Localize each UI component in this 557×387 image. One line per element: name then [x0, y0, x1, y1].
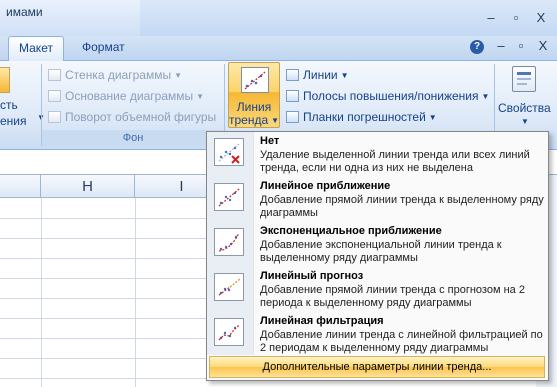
menu-item-exponential[interactable]: Экспоненциальное приближение Добавление … — [207, 222, 548, 266]
menu-item-title: Линейная фильтрация — [260, 315, 384, 327]
trend-linear-icon — [214, 183, 244, 211]
grid-line — [0, 358, 210, 359]
doc-minimize-button[interactable]: – — [492, 39, 510, 53]
tab-layout[interactable]: Макет — [8, 36, 64, 61]
menu-item-desc: Добавление экспоненциальной линии тренда… — [260, 239, 502, 264]
trend-moving-average-icon — [214, 318, 244, 346]
trend-forecast-icon — [214, 273, 244, 301]
menu-item-desc: Удаление выделенной линии тренда или все… — [260, 149, 530, 174]
title-area: имами — [0, 0, 140, 36]
trend-exponential-icon — [214, 228, 244, 256]
grid-line — [0, 318, 210, 319]
properties-icon — [512, 66, 536, 92]
more-trendline-options-button[interactable]: Дополнительные параметры линии тренда... — [209, 356, 545, 378]
lines-icon — [286, 69, 299, 81]
chart-floor-icon — [48, 90, 61, 102]
partial-label-bottom: ения — [0, 114, 27, 128]
grid-line — [0, 258, 210, 259]
grid-line — [0, 338, 210, 339]
3d-rotation-icon — [48, 111, 61, 123]
grid-line — [0, 278, 210, 279]
grid-line — [0, 378, 210, 379]
window-title: имами — [6, 5, 43, 19]
lines-button[interactable]: Линии ▼ — [286, 66, 349, 84]
up-down-bars-button[interactable]: Полосы повышения/понижения ▼ — [286, 87, 489, 105]
3d-rotation-button[interactable]: Поворот объемной фигуры — [48, 108, 216, 126]
menu-item-title: Линейный прогноз — [260, 270, 364, 282]
menu-item-linear[interactable]: Линейное приближение Добавление прямой л… — [207, 177, 548, 221]
menu-item-none[interactable]: Нет Удаление выделенной линии тренда или… — [207, 132, 548, 176]
chart-wall-icon — [48, 69, 61, 81]
menu-item-title: Экспоненциальное приближение — [260, 225, 442, 237]
doc-close-button[interactable]: X — [534, 39, 552, 53]
trendline-menu: Нет Удаление выделенной линии тренда или… — [206, 131, 549, 381]
lines-label: Линии — [303, 68, 338, 82]
grid-line — [0, 218, 210, 219]
up-down-bars-icon — [286, 90, 299, 102]
title-bar: имами – ▫ X — [0, 0, 557, 36]
doc-restore-button[interactable]: ▫ — [512, 39, 530, 53]
group-label-fon: Фон — [42, 130, 224, 146]
up-down-bars-label: Полосы повышения/понижения — [303, 89, 479, 103]
menu-item-desc: Добавление линии тренда с линейной фильт… — [260, 329, 543, 354]
trendline-label-2: тренда ▼ — [229, 113, 280, 127]
menu-item-title: Линейное приближение — [260, 180, 391, 192]
trendline-label-1: Линия — [236, 100, 272, 114]
properties-button[interactable]: Свойства ▼ — [498, 62, 551, 128]
chart-floor-button[interactable]: Основание диаграммы ▼ — [48, 87, 204, 105]
trendline-button[interactable]: Линия тренда ▼ — [228, 62, 280, 128]
menu-item-forecast[interactable]: Линейный прогноз Добавление прямой линии… — [207, 267, 548, 311]
grid-line — [0, 238, 210, 239]
menu-item-desc: Добавление прямой линии тренда с прогноз… — [260, 284, 525, 309]
error-bars-icon — [286, 111, 299, 123]
trend-none-icon — [214, 138, 244, 166]
grid-line — [0, 298, 210, 299]
3d-rotation-label: Поворот объемной фигуры — [65, 110, 217, 124]
tab-format[interactable]: Формат — [72, 36, 135, 59]
error-bars-button[interactable]: Планки погрешностей ▼ — [286, 108, 437, 126]
properties-dropdown-icon: ▼ — [521, 117, 529, 126]
minimize-button[interactable]: – — [482, 11, 500, 25]
chart-floor-label: Основание диаграммы — [65, 89, 194, 103]
close-button[interactable]: X — [532, 11, 550, 25]
restore-button[interactable]: ▫ — [507, 11, 525, 25]
error-bars-label: Планки погрешностей — [303, 110, 426, 124]
menu-item-title: Нет — [260, 135, 280, 147]
column-header-partial[interactable] — [0, 175, 41, 198]
menu-item-moving-average[interactable]: Линейная фильтрация Добавление линии тре… — [207, 312, 548, 356]
menu-item-desc: Добавление прямой линии тренда к выделен… — [260, 194, 544, 219]
chart-wall-button[interactable]: Стенка диаграммы ▼ — [48, 66, 182, 84]
partial-icon — [0, 67, 10, 93]
help-icon[interactable]: ? — [470, 40, 484, 54]
chart-wall-label: Стенка диаграммы — [65, 68, 172, 82]
column-header-h[interactable]: H — [41, 175, 135, 198]
trendline-icon — [241, 67, 269, 93]
properties-label: Свойства — [498, 101, 551, 115]
